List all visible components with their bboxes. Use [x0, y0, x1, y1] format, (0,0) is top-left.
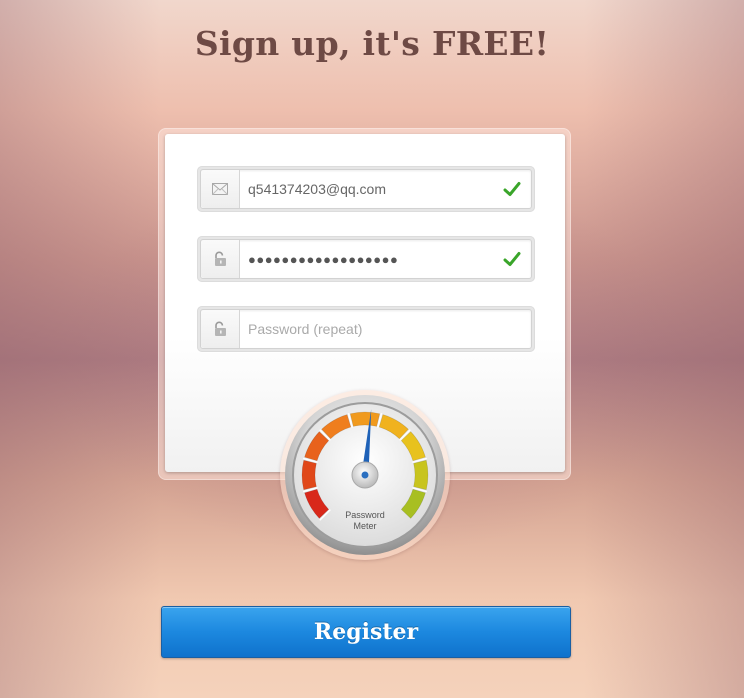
meter-label-line2: Meter	[353, 521, 376, 531]
unlock-icon	[201, 310, 240, 348]
background-vignette-right	[584, 0, 744, 698]
email-field-wrapper: q541374203@qq.com	[197, 166, 535, 212]
unlock-icon	[201, 240, 240, 278]
password-repeat-placeholder: Password (repeat)	[248, 321, 363, 337]
password-repeat-field-wrapper: Password (repeat)	[197, 306, 535, 352]
meter-segment	[349, 411, 381, 427]
meter-label-line1: Password	[345, 510, 385, 520]
email-valid-check-icon	[503, 182, 521, 196]
email-field[interactable]: q541374203@qq.com	[200, 169, 532, 209]
password-field[interactable]: ●●●●●●●●●●●●●●●●●●	[200, 239, 532, 279]
meter-segment	[413, 459, 429, 491]
email-value: q541374203@qq.com	[248, 181, 386, 197]
envelope-icon	[201, 170, 240, 208]
page-title: Sign up, it's FREE!	[194, 24, 550, 63]
meter-segment	[301, 459, 317, 491]
password-meter: Password Meter	[285, 395, 445, 555]
background-vignette-left	[0, 0, 160, 698]
password-repeat-field[interactable]: Password (repeat)	[200, 309, 532, 349]
register-button[interactable]: Register	[161, 606, 571, 658]
password-valid-check-icon	[503, 252, 521, 266]
password-value: ●●●●●●●●●●●●●●●●●●	[248, 251, 399, 267]
meter-hub-center	[361, 471, 369, 479]
password-field-wrapper: ●●●●●●●●●●●●●●●●●●	[197, 236, 535, 282]
